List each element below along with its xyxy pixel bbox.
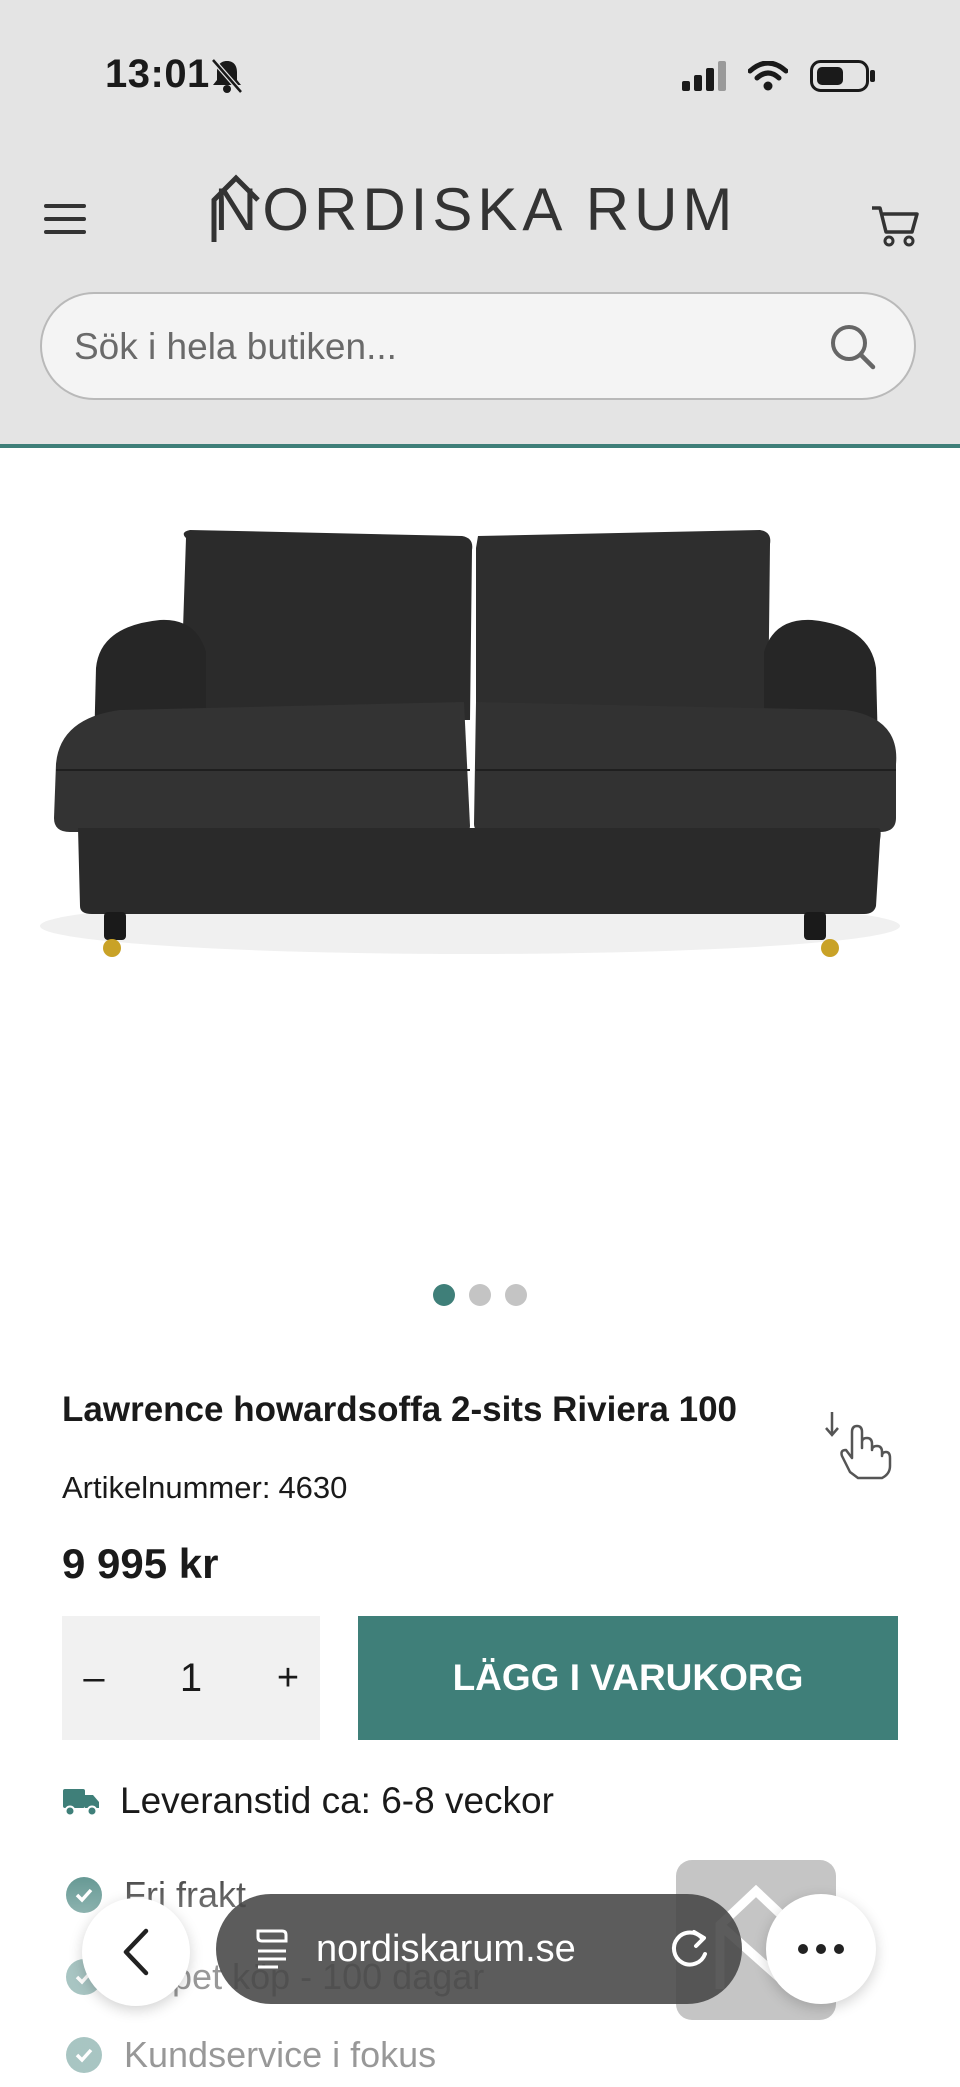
carousel-dot-3[interactable]	[505, 1284, 527, 1306]
brand-logo[interactable]: NORDISKA RUM	[210, 174, 738, 243]
image-carousel-dots	[0, 1284, 960, 1306]
site-header: 13:01 NORDISKA RUM	[0, 0, 960, 448]
brand-name: NORDISKA RUM	[214, 176, 738, 243]
wifi-icon	[748, 61, 788, 91]
battery-icon	[810, 60, 875, 92]
product-title: Lawrence howardsoffa 2-sits Riviera 100	[62, 1390, 737, 1429]
logo-house-mark	[211, 174, 260, 242]
hamburger-menu-icon[interactable]	[44, 204, 86, 246]
usp-item: Kundservice i fokus	[66, 2034, 436, 2076]
status-indicators	[682, 60, 876, 92]
quantity-increase-button[interactable]: +	[256, 1657, 320, 1700]
check-icon	[66, 1877, 102, 1913]
usp-text: Kundservice i fokus	[124, 2034, 437, 2075]
status-time: 13:01	[105, 52, 210, 96]
quantity-value[interactable]: 1	[126, 1656, 256, 1701]
quantity-decrease-button[interactable]: –	[62, 1657, 126, 1700]
swipe-hand-icon	[825, 1412, 892, 1480]
url-text: nordiskarum.se	[316, 1927, 576, 1970]
sku-line: Artikelnummer: 4630	[62, 1470, 347, 1506]
delivery-truck-icon	[63, 1789, 99, 1817]
check-icon	[66, 2037, 102, 2073]
search-icon[interactable]	[828, 322, 878, 372]
signal-icon	[682, 61, 726, 91]
sku-value: 4630	[278, 1470, 348, 1505]
carousel-dot-2[interactable]	[469, 1284, 491, 1306]
cart-icon[interactable]	[870, 200, 920, 250]
add-to-cart-button[interactable]: LÄGG I VARUKORG	[358, 1616, 898, 1740]
sku-label: Artikelnummer:	[62, 1470, 271, 1505]
muted-bell-icon	[211, 58, 243, 94]
browser-url-bar[interactable]: nordiskarum.se	[216, 1894, 742, 2004]
delivery-info: Leveranstid ca: 6-8 veckor	[62, 1780, 554, 1822]
delivery-text: Leveranstid ca: 6-8 veckor	[120, 1780, 554, 1821]
more-dots-icon	[798, 1944, 844, 1954]
search-input[interactable]	[72, 318, 816, 376]
browser-more-button[interactable]	[766, 1894, 876, 2004]
product-image[interactable]	[0, 448, 960, 1228]
search-bar	[40, 292, 916, 400]
reload-icon[interactable]	[666, 1924, 712, 1974]
carousel-dot-1[interactable]	[433, 1284, 455, 1306]
chevron-left-icon	[123, 1928, 149, 1976]
page-menu-icon[interactable]	[252, 1927, 292, 1971]
product-price: 9 995 kr	[62, 1540, 219, 1587]
quantity-stepper: – 1 +	[62, 1616, 320, 1740]
browser-back-button[interactable]	[82, 1898, 190, 2006]
